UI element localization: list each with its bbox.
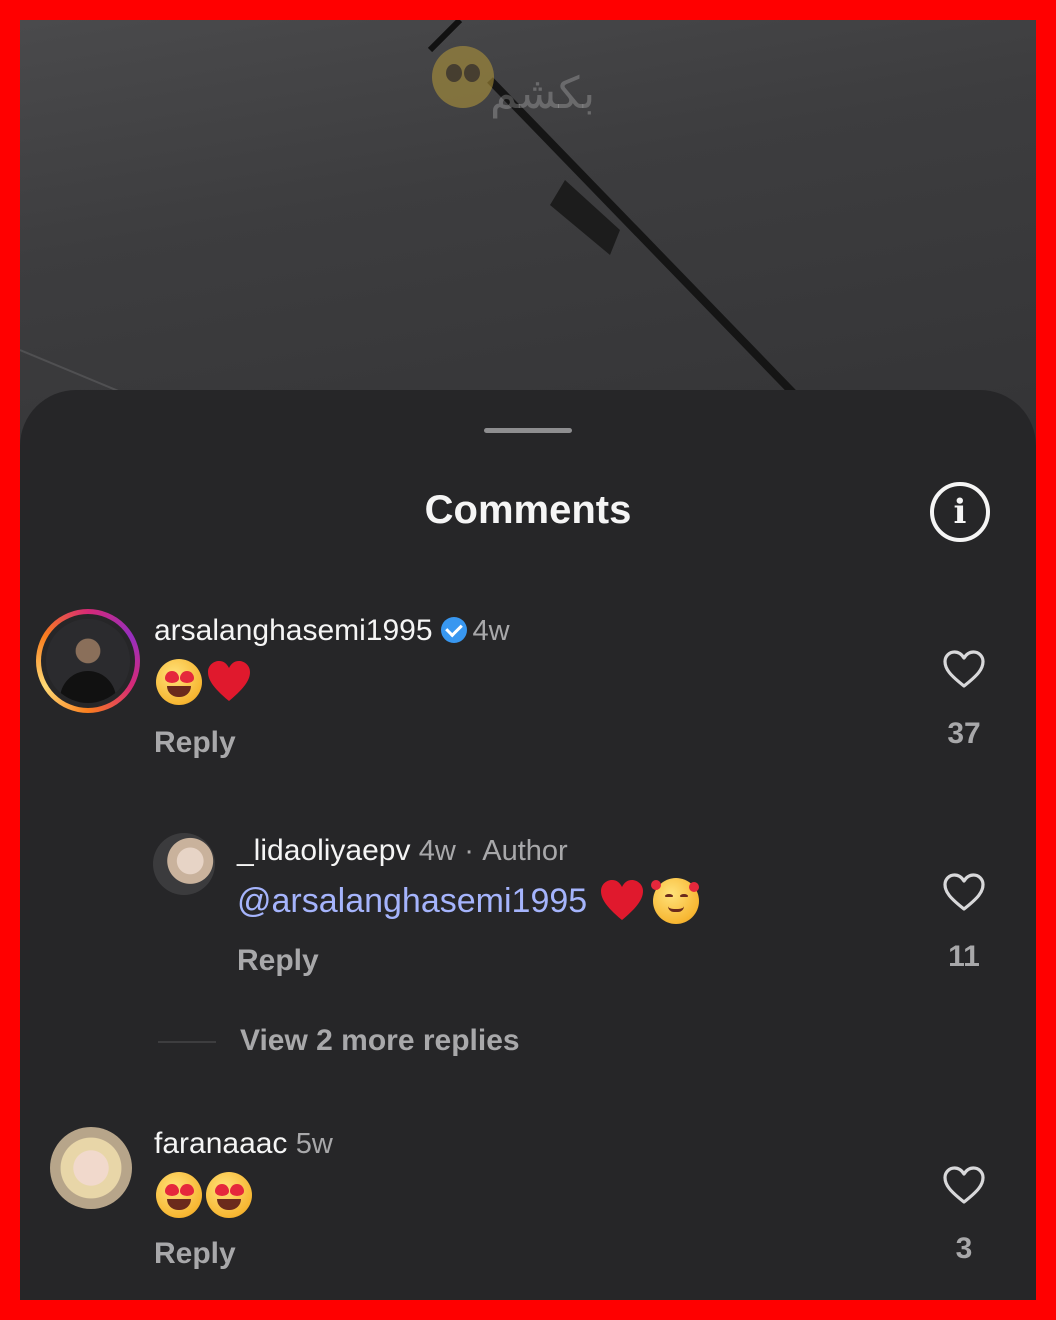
- app-frame: بکشم Comments i arsalanghasemi1995 4w Rep…: [20, 20, 1036, 1300]
- avatar-lidaoliyaepv[interactable]: [153, 833, 215, 895]
- username-link[interactable]: _lidaoliyaepv: [237, 834, 410, 867]
- video-background: بکشم: [20, 20, 1036, 440]
- comment-text: [156, 659, 252, 705]
- view-more-replies-button[interactable]: View 2 more replies: [240, 1024, 520, 1058]
- author-badge: Author: [482, 835, 568, 867]
- like-heart-icon[interactable]: [942, 649, 986, 689]
- like-count: 37: [947, 717, 981, 750]
- comment-header: _lidaoliyaepv 4w · Author: [237, 834, 568, 868]
- verified-badge-icon: [440, 617, 467, 643]
- avatar-arsalanghasemi1995[interactable]: [36, 609, 140, 713]
- pleading-face-emoji: [432, 46, 494, 108]
- comment-text: [156, 1172, 252, 1218]
- comment-time: 4w: [472, 615, 510, 647]
- comment-header: arsalanghasemi1995 4w: [154, 614, 510, 648]
- comment-time: 5w: [295, 1128, 333, 1160]
- comment-time: 4w: [418, 835, 456, 867]
- video-caption: بکشم: [490, 68, 596, 119]
- username-link[interactable]: arsalanghasemi1995: [154, 614, 433, 647]
- like-heart-icon[interactable]: [942, 1165, 986, 1205]
- meta-separator: ·: [464, 835, 474, 867]
- sheet-title: Comments: [424, 488, 632, 532]
- smiling-face-with-hearts-emoji: [651, 878, 700, 924]
- mention-link[interactable]: @arsalanghasemi1995: [237, 882, 587, 921]
- comment-text: @arsalanghasemi1995: [237, 878, 700, 924]
- like-count: 11: [948, 940, 980, 973]
- heart-eyes-emoji: [156, 659, 202, 705]
- thread-divider: [158, 1041, 216, 1043]
- info-icon[interactable]: i: [930, 482, 990, 542]
- reply-button[interactable]: Reply: [237, 944, 319, 978]
- like-count: 3: [955, 1232, 973, 1265]
- avatar-faranaaac[interactable]: [50, 1127, 132, 1209]
- like-heart-icon[interactable]: [942, 872, 986, 912]
- reply-button[interactable]: Reply: [154, 1237, 236, 1271]
- sheet-grabber[interactable]: [484, 428, 572, 433]
- red-heart-emoji: [208, 661, 250, 701]
- reply-button[interactable]: Reply: [154, 726, 236, 760]
- username-link[interactable]: faranaaac: [154, 1127, 287, 1160]
- heart-eyes-emoji: [156, 1172, 202, 1218]
- heart-eyes-emoji: [206, 1172, 252, 1218]
- comment-header: faranaaac 5w: [154, 1127, 333, 1161]
- red-heart-emoji: [601, 880, 644, 920]
